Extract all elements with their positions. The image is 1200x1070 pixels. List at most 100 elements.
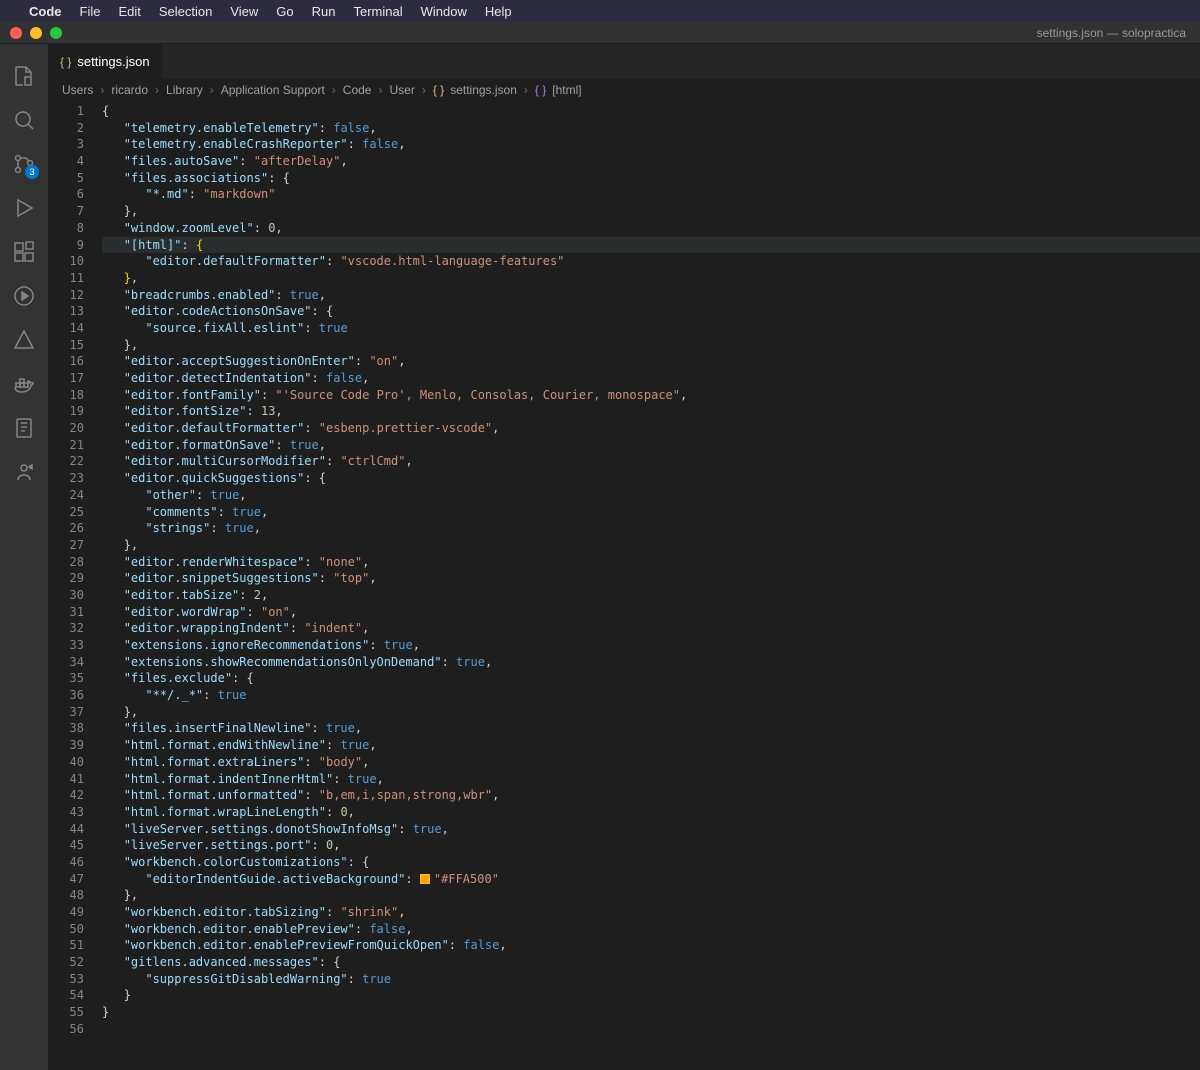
code-line[interactable]: "workbench.colorCustomizations": { — [102, 854, 1200, 871]
explorer-icon[interactable] — [0, 54, 48, 98]
code-line[interactable]: "suppressGitDisabledWarning": true — [102, 971, 1200, 988]
code-line[interactable]: "**/._*": true — [102, 687, 1200, 704]
code-line[interactable]: "other": true, — [102, 487, 1200, 504]
breadcrumb-segment[interactable]: settings.json — [450, 83, 517, 97]
maximize-window-button[interactable] — [50, 27, 62, 39]
project-manager-icon[interactable] — [0, 406, 48, 450]
code-line[interactable]: "workbench.editor.enablePreview": false, — [102, 921, 1200, 938]
azure-icon[interactable] — [0, 318, 48, 362]
menu-item-edit[interactable]: Edit — [118, 4, 140, 19]
code-line[interactable]: "gitlens.advanced.messages": { — [102, 954, 1200, 971]
code-line[interactable]: { — [102, 103, 1200, 120]
line-number: 20 — [48, 420, 84, 437]
code-line[interactable]: "html.format.wrapLineLength": 0, — [102, 804, 1200, 821]
code-line[interactable]: "editor.wrappingIndent": "indent", — [102, 620, 1200, 637]
menu-item-run[interactable]: Run — [312, 4, 336, 19]
menu-item-view[interactable]: View — [230, 4, 258, 19]
code-line[interactable]: "strings": true, — [102, 520, 1200, 537]
close-window-button[interactable] — [10, 27, 22, 39]
breadcrumb-segment[interactable]: Application Support — [221, 83, 325, 97]
menu-item-window[interactable]: Window — [421, 4, 467, 19]
line-number: 18 — [48, 387, 84, 404]
code-line[interactable]: "editor.multiCursorModifier": "ctrlCmd", — [102, 453, 1200, 470]
code-line[interactable]: "window.zoomLevel": 0, — [102, 220, 1200, 237]
menu-item-code[interactable]: Code — [29, 4, 62, 19]
code-line[interactable]: "[html]": { — [102, 237, 1200, 254]
code-line[interactable]: "liveServer.settings.donotShowInfoMsg": … — [102, 821, 1200, 838]
breadcrumb-segment[interactable]: Library — [166, 83, 203, 97]
menu-item-file[interactable]: File — [80, 4, 101, 19]
line-number: 21 — [48, 437, 84, 454]
live-share-icon[interactable] — [0, 450, 48, 494]
line-number: 47 — [48, 871, 84, 888]
code-line[interactable]: "comments": true, — [102, 504, 1200, 521]
code-line[interactable]: "telemetry.enableTelemetry": false, — [102, 120, 1200, 137]
code-line[interactable]: "extensions.showRecommendationsOnlyOnDem… — [102, 654, 1200, 671]
color-swatch-icon — [420, 874, 430, 884]
code-line[interactable]: "editor.acceptSuggestionOnEnter": "on", — [102, 353, 1200, 370]
code-line[interactable]: "html.format.indentInnerHtml": true, — [102, 771, 1200, 788]
code-line[interactable]: }, — [102, 337, 1200, 354]
code-line[interactable]: "workbench.editor.enablePreviewFromQuick… — [102, 937, 1200, 954]
menu-item-selection[interactable]: Selection — [159, 4, 212, 19]
code-line[interactable]: } — [102, 987, 1200, 1004]
breadcrumb-segment[interactable]: [html] — [552, 83, 581, 97]
line-number: 25 — [48, 504, 84, 521]
breadcrumbs[interactable]: Users›ricardo›Library›Application Suppor… — [48, 79, 1200, 101]
code-line[interactable]: }, — [102, 887, 1200, 904]
code-line[interactable]: }, — [102, 704, 1200, 721]
source-control-icon[interactable]: 3 — [0, 142, 48, 186]
code-line[interactable]: "files.autoSave": "afterDelay", — [102, 153, 1200, 170]
code-line[interactable]: "editor.renderWhitespace": "none", — [102, 554, 1200, 571]
breadcrumb-segment[interactable]: ricardo — [111, 83, 148, 97]
code-line[interactable]: "editor.formatOnSave": true, — [102, 437, 1200, 454]
code-line[interactable]: "extensions.ignoreRecommendations": true… — [102, 637, 1200, 654]
code-line[interactable]: "files.exclude": { — [102, 670, 1200, 687]
code-line[interactable]: } — [102, 1004, 1200, 1021]
code-line[interactable]: }, — [102, 270, 1200, 287]
code-content[interactable]: { "telemetry.enableTelemetry": false, "t… — [102, 101, 1200, 1070]
extensions-icon[interactable] — [0, 230, 48, 274]
run-debug-icon[interactable] — [0, 186, 48, 230]
code-line[interactable]: "editor.snippetSuggestions": "top", — [102, 570, 1200, 587]
menu-item-terminal[interactable]: Terminal — [354, 4, 403, 19]
search-icon[interactable] — [0, 98, 48, 142]
line-number: 16 — [48, 353, 84, 370]
code-line[interactable]: "source.fixAll.eslint": true — [102, 320, 1200, 337]
code-line[interactable]: "files.associations": { — [102, 170, 1200, 187]
code-line[interactable] — [102, 1021, 1200, 1038]
code-line[interactable]: "*.md": "markdown" — [102, 186, 1200, 203]
menu-item-help[interactable]: Help — [485, 4, 512, 19]
line-number: 48 — [48, 887, 84, 904]
breadcrumb-segment[interactable]: User — [389, 83, 414, 97]
docker-icon[interactable] — [0, 362, 48, 406]
code-line[interactable]: "editor.fontSize": 13, — [102, 403, 1200, 420]
breadcrumb-segment[interactable]: Users — [62, 83, 93, 97]
code-line[interactable]: "telemetry.enableCrashReporter": false, — [102, 136, 1200, 153]
minimize-window-button[interactable] — [30, 27, 42, 39]
code-line[interactable]: }, — [102, 203, 1200, 220]
breadcrumb-segment[interactable]: Code — [343, 83, 372, 97]
tab-settings-json[interactable]: { } settings.json — [48, 44, 163, 79]
code-line[interactable]: "editor.detectIndentation": false, — [102, 370, 1200, 387]
code-line[interactable]: "workbench.editor.tabSizing": "shrink", — [102, 904, 1200, 921]
code-line[interactable]: "editor.defaultFormatter": "vscode.html-… — [102, 253, 1200, 270]
code-line[interactable]: "html.format.endWithNewline": true, — [102, 737, 1200, 754]
code-line[interactable]: "editorIndentGuide.activeBackground": "#… — [102, 871, 1200, 888]
code-line[interactable]: "breadcrumbs.enabled": true, — [102, 287, 1200, 304]
line-number: 40 — [48, 754, 84, 771]
menu-item-go[interactable]: Go — [276, 4, 293, 19]
code-line[interactable]: "editor.tabSize": 2, — [102, 587, 1200, 604]
code-line[interactable]: "html.format.unformatted": "b,em,i,span,… — [102, 787, 1200, 804]
code-line[interactable]: "liveServer.settings.port": 0, — [102, 837, 1200, 854]
code-line[interactable]: "editor.fontFamily": "'Source Code Pro',… — [102, 387, 1200, 404]
code-line[interactable]: "editor.defaultFormatter": "esbenp.prett… — [102, 420, 1200, 437]
code-editor[interactable]: 1234567891011121314151617181920212223242… — [48, 101, 1200, 1070]
code-line[interactable]: "editor.quickSuggestions": { — [102, 470, 1200, 487]
code-line[interactable]: }, — [102, 537, 1200, 554]
code-line[interactable]: "html.format.extraLiners": "body", — [102, 754, 1200, 771]
code-line[interactable]: "files.insertFinalNewline": true, — [102, 720, 1200, 737]
code-line[interactable]: "editor.codeActionsOnSave": { — [102, 303, 1200, 320]
code-line[interactable]: "editor.wordWrap": "on", — [102, 604, 1200, 621]
live-server-icon[interactable] — [0, 274, 48, 318]
